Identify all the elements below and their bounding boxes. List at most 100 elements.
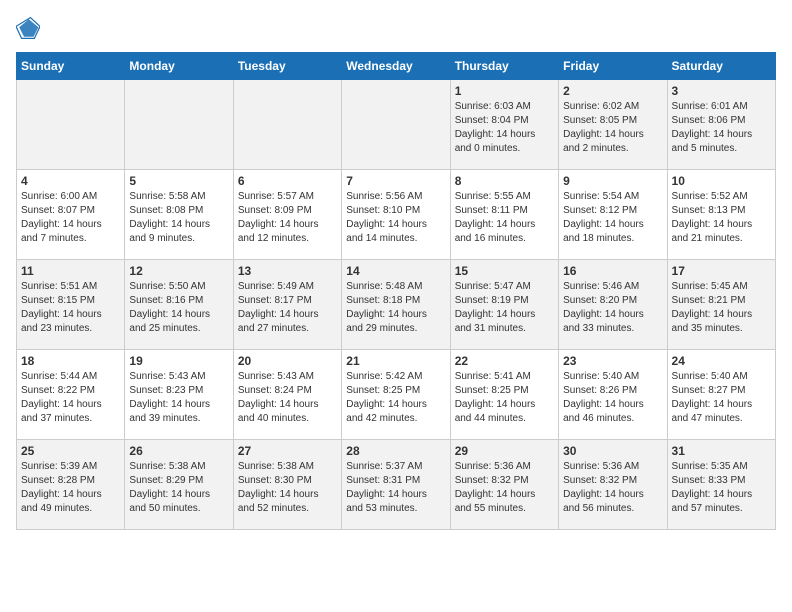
day-number: 3 — [672, 84, 771, 98]
cell-info: Sunrise: 5:48 AM Sunset: 8:18 PM Dayligh… — [346, 280, 445, 336]
calendar-cell: 17 Sunrise: 5:45 AM Sunset: 8:21 PM Dayli… — [667, 260, 775, 350]
calendar-cell: 16 Sunrise: 5:46 AM Sunset: 8:20 PM Dayli… — [559, 260, 667, 350]
cell-info: Sunrise: 5:37 AM Sunset: 8:31 PM Dayligh… — [346, 460, 445, 516]
day-number: 22 — [455, 354, 554, 368]
day-number: 2 — [563, 84, 662, 98]
calendar-cell: 21 Sunrise: 5:42 AM Sunset: 8:25 PM Dayli… — [342, 350, 450, 440]
weekday-header-sunday: Sunday — [17, 53, 125, 80]
page-header — [16, 16, 776, 40]
calendar-cell: 24 Sunrise: 5:40 AM Sunset: 8:27 PM Dayli… — [667, 350, 775, 440]
day-number: 12 — [129, 264, 228, 278]
cell-info: Sunrise: 6:02 AM Sunset: 8:05 PM Dayligh… — [563, 100, 662, 156]
cell-info: Sunrise: 5:36 AM Sunset: 8:32 PM Dayligh… — [455, 460, 554, 516]
logo — [16, 16, 44, 40]
calendar-cell: 18Sunrise: 5:44 AM Sunset: 8:22 PM Dayli… — [17, 350, 125, 440]
day-number: 19 — [129, 354, 228, 368]
day-number: 28 — [346, 444, 445, 458]
calendar-cell: 3 Sunrise: 6:01 AM Sunset: 8:06 PM Daylig… — [667, 80, 775, 170]
cell-info: Sunrise: 5:50 AM Sunset: 8:16 PM Dayligh… — [129, 280, 228, 336]
cell-info: Sunrise: 5:45 AM Sunset: 8:21 PM Dayligh… — [672, 280, 771, 336]
calendar-cell: 11 Sunrise: 5:51 AM Sunset: 8:15 PM Dayli… — [17, 260, 125, 350]
calendar-cell: 13 Sunrise: 5:49 AM Sunset: 8:17 PM Dayli… — [233, 260, 341, 350]
cell-info: Sunrise: 5:51 AM Sunset: 8:15 PM Dayligh… — [21, 280, 120, 336]
calendar-cell: 25Sunrise: 5:39 AM Sunset: 8:28 PM Dayli… — [17, 440, 125, 530]
cell-info: Sunrise: 5:36 AM Sunset: 8:32 PM Dayligh… — [563, 460, 662, 516]
cell-info: Sunrise: 6:00 AM Sunset: 8:07 PM Dayligh… — [21, 190, 120, 246]
cell-info: Sunrise: 5:43 AM Sunset: 8:24 PM Dayligh… — [238, 370, 337, 426]
calendar-cell: 9 Sunrise: 5:54 AM Sunset: 8:12 PM Daylig… — [559, 170, 667, 260]
day-number: 23 — [563, 354, 662, 368]
calendar-cell: 2 Sunrise: 6:02 AM Sunset: 8:05 PM Daylig… — [559, 80, 667, 170]
calendar-cell: 15 Sunrise: 5:47 AM Sunset: 8:19 PM Dayli… — [450, 260, 558, 350]
cell-info: Sunrise: 5:35 AM Sunset: 8:33 PM Dayligh… — [672, 460, 771, 516]
cell-info: Sunrise: 5:54 AM Sunset: 8:12 PM Dayligh… — [563, 190, 662, 246]
calendar-cell: 6 Sunrise: 5:57 AM Sunset: 8:09 PM Daylig… — [233, 170, 341, 260]
weekday-header-friday: Friday — [559, 53, 667, 80]
cell-info: Sunrise: 5:40 AM Sunset: 8:27 PM Dayligh… — [672, 370, 771, 426]
calendar-cell: 10Sunrise: 5:52 AM Sunset: 8:13 PM Dayli… — [667, 170, 775, 260]
calendar-cell: 23 Sunrise: 5:40 AM Sunset: 8:26 PM Dayli… — [559, 350, 667, 440]
day-number: 4 — [21, 174, 120, 188]
day-number: 8 — [455, 174, 554, 188]
day-number: 27 — [238, 444, 337, 458]
day-number: 21 — [346, 354, 445, 368]
day-number: 15 — [455, 264, 554, 278]
calendar-table: SundayMondayTuesdayWednesdayThursdayFrid… — [16, 52, 776, 530]
cell-info: Sunrise: 5:42 AM Sunset: 8:25 PM Dayligh… — [346, 370, 445, 426]
calendar-cell — [125, 80, 233, 170]
day-number: 11 — [21, 264, 120, 278]
cell-info: Sunrise: 6:01 AM Sunset: 8:06 PM Dayligh… — [672, 100, 771, 156]
calendar-cell: 26 Sunrise: 5:38 AM Sunset: 8:29 PM Dayli… — [125, 440, 233, 530]
calendar-cell: 31Sunrise: 5:35 AM Sunset: 8:33 PM Dayli… — [667, 440, 775, 530]
day-number: 14 — [346, 264, 445, 278]
day-number: 6 — [238, 174, 337, 188]
calendar-cell: 12 Sunrise: 5:50 AM Sunset: 8:16 PM Dayli… — [125, 260, 233, 350]
cell-info: Sunrise: 5:40 AM Sunset: 8:26 PM Dayligh… — [563, 370, 662, 426]
day-number: 17 — [672, 264, 771, 278]
cell-info: Sunrise: 5:44 AM Sunset: 8:22 PM Dayligh… — [21, 370, 120, 426]
calendar-cell: 8 Sunrise: 5:55 AM Sunset: 8:11 PM Daylig… — [450, 170, 558, 260]
calendar-cell — [233, 80, 341, 170]
calendar-cell: 22 Sunrise: 5:41 AM Sunset: 8:25 PM Dayli… — [450, 350, 558, 440]
weekday-header-wednesday: Wednesday — [342, 53, 450, 80]
calendar-cell: 4 Sunrise: 6:00 AM Sunset: 8:07 PM Daylig… — [17, 170, 125, 260]
cell-info: Sunrise: 5:41 AM Sunset: 8:25 PM Dayligh… — [455, 370, 554, 426]
calendar-cell: 27 Sunrise: 5:38 AM Sunset: 8:30 PM Dayli… — [233, 440, 341, 530]
day-number: 29 — [455, 444, 554, 458]
weekday-header-monday: Monday — [125, 53, 233, 80]
weekday-header-thursday: Thursday — [450, 53, 558, 80]
weekday-header-saturday: Saturday — [667, 53, 775, 80]
cell-info: Sunrise: 5:57 AM Sunset: 8:09 PM Dayligh… — [238, 190, 337, 246]
day-number: 7 — [346, 174, 445, 188]
cell-info: Sunrise: 5:47 AM Sunset: 8:19 PM Dayligh… — [455, 280, 554, 336]
generalblue-logo-icon — [16, 16, 40, 40]
cell-info: Sunrise: 5:38 AM Sunset: 8:30 PM Dayligh… — [238, 460, 337, 516]
cell-info: Sunrise: 5:39 AM Sunset: 8:28 PM Dayligh… — [21, 460, 120, 516]
calendar-cell: 7Sunrise: 5:56 AM Sunset: 8:10 PM Daylig… — [342, 170, 450, 260]
day-number: 24 — [672, 354, 771, 368]
day-number: 20 — [238, 354, 337, 368]
day-number: 16 — [563, 264, 662, 278]
day-number: 9 — [563, 174, 662, 188]
day-number: 26 — [129, 444, 228, 458]
weekday-header-tuesday: Tuesday — [233, 53, 341, 80]
day-number: 5 — [129, 174, 228, 188]
cell-info: Sunrise: 6:03 AM Sunset: 8:04 PM Dayligh… — [455, 100, 554, 156]
day-number: 10 — [672, 174, 771, 188]
calendar-cell: 5Sunrise: 5:58 AM Sunset: 8:08 PM Daylig… — [125, 170, 233, 260]
calendar-cell: 29 Sunrise: 5:36 AM Sunset: 8:32 PM Dayli… — [450, 440, 558, 530]
calendar-cell: 14 Sunrise: 5:48 AM Sunset: 8:18 PM Dayli… — [342, 260, 450, 350]
cell-info: Sunrise: 5:49 AM Sunset: 8:17 PM Dayligh… — [238, 280, 337, 336]
calendar-cell — [342, 80, 450, 170]
day-number: 13 — [238, 264, 337, 278]
calendar-cell: 19 Sunrise: 5:43 AM Sunset: 8:23 PM Dayli… — [125, 350, 233, 440]
calendar-cell — [17, 80, 125, 170]
calendar-cell: 20 Sunrise: 5:43 AM Sunset: 8:24 PM Dayli… — [233, 350, 341, 440]
cell-info: Sunrise: 5:38 AM Sunset: 8:29 PM Dayligh… — [129, 460, 228, 516]
cell-info: Sunrise: 5:43 AM Sunset: 8:23 PM Dayligh… — [129, 370, 228, 426]
day-number: 1 — [455, 84, 554, 98]
cell-info: Sunrise: 5:55 AM Sunset: 8:11 PM Dayligh… — [455, 190, 554, 246]
cell-info: Sunrise: 5:46 AM Sunset: 8:20 PM Dayligh… — [563, 280, 662, 336]
calendar-cell: 28 Sunrise: 5:37 AM Sunset: 8:31 PM Dayli… — [342, 440, 450, 530]
day-number: 30 — [563, 444, 662, 458]
